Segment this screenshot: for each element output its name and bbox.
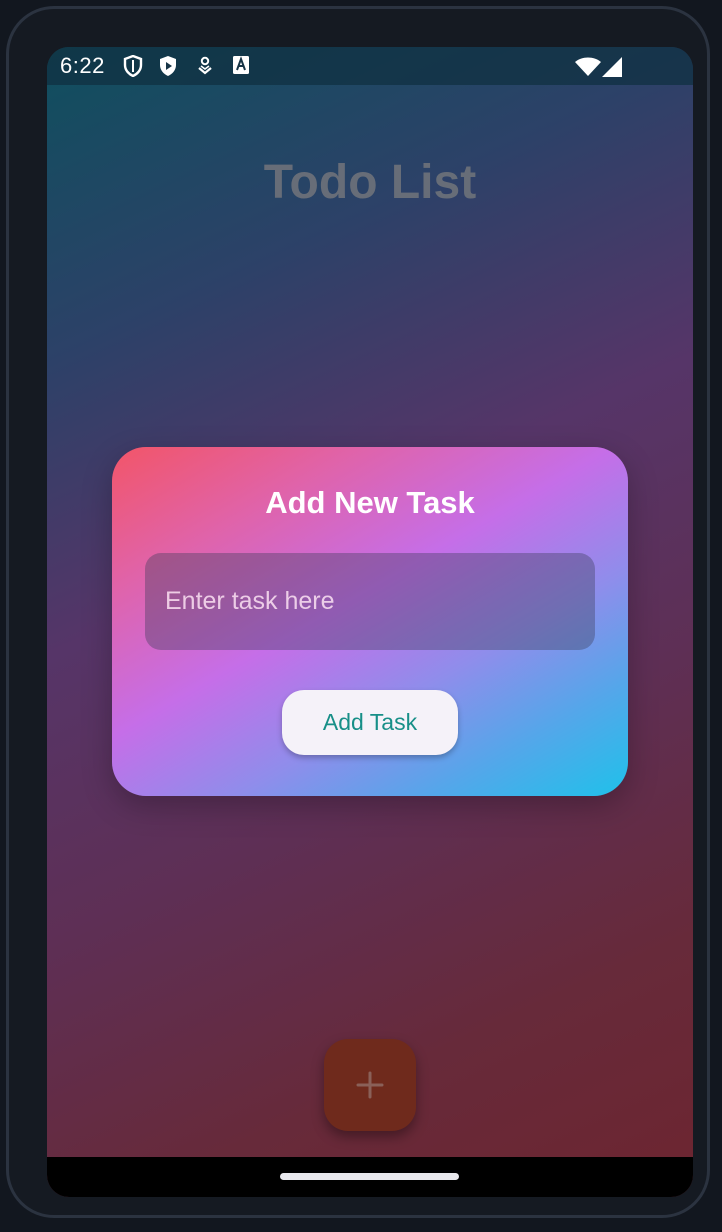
add-fab-button[interactable] (324, 1039, 416, 1131)
phone-frame: 6:22 Todo List Add New Task Enter task h… (6, 6, 710, 1218)
navigation-bar (47, 1157, 693, 1197)
page-title: Todo List (263, 156, 477, 209)
home-indicator[interactable] (280, 1173, 459, 1180)
shield-icon (123, 54, 143, 82)
app-screen: 6:22 Todo List Add New Task Enter task h… (47, 47, 693, 1197)
add-task-button[interactable]: Add Task (282, 690, 458, 755)
status-time: 6:22 (60, 53, 105, 78)
wifi-icon (574, 57, 602, 82)
dialog-title: Add New Task (265, 485, 475, 520)
font-a-icon (232, 55, 250, 80)
play-protect-icon (158, 55, 178, 82)
cell-signal-icon (601, 57, 623, 82)
task-input[interactable] (145, 553, 595, 650)
add-task-dialog: Add New Task Add Task (112, 447, 628, 796)
location-pin-icon (196, 55, 214, 82)
plus-icon (324, 1039, 416, 1131)
status-bar: 6:22 (47, 47, 693, 85)
